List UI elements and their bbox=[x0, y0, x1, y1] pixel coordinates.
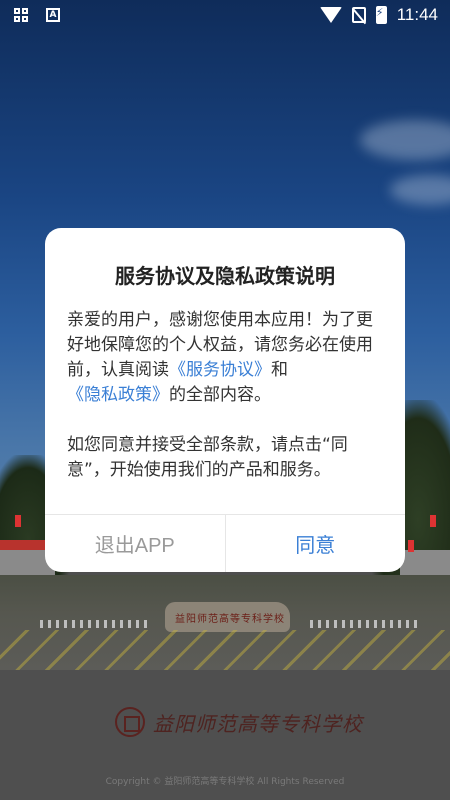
dialog-paragraph: 如您同意并接受全部条款，请点击“同意”，开始使用我们的产品和服务。 bbox=[67, 435, 348, 480]
railing bbox=[40, 620, 150, 628]
qr-scan-icon bbox=[14, 8, 28, 22]
dialog-button-row: 退出APP 同意 bbox=[45, 514, 405, 572]
road-markings bbox=[0, 630, 450, 670]
school-name-logo: 益阳师范高等专科学校 bbox=[153, 711, 363, 736]
service-agreement-link[interactable]: 《服务协议》 bbox=[169, 360, 271, 380]
no-sim-icon bbox=[351, 7, 366, 23]
exit-app-button[interactable]: 退出APP bbox=[45, 515, 226, 572]
status-time: 11:44 bbox=[396, 5, 438, 24]
agree-button[interactable]: 同意 bbox=[226, 515, 406, 572]
school-seal-icon bbox=[115, 707, 145, 737]
privacy-dialog: 服务协议及隐私政策说明 亲爱的用户，感谢您使用本应用！为了更好地保障您的个人权益… bbox=[45, 228, 405, 572]
status-bar: A 11:44 bbox=[0, 0, 450, 32]
inscription-rock: 益阳师范高等专科学校 bbox=[165, 602, 290, 632]
flag bbox=[430, 515, 436, 527]
dialog-text: 和 bbox=[271, 360, 288, 380]
flag bbox=[15, 515, 21, 527]
rock-inscription: 益阳师范高等专科学校 bbox=[175, 614, 285, 625]
dialog-body: 亲爱的用户，感谢您使用本应用！为了更好地保障您的个人权益，请您务必在使用前，认真… bbox=[67, 308, 385, 483]
privacy-policy-link[interactable]: 《隐私政策》 bbox=[67, 385, 169, 405]
dialog-text: 的全部内容。 bbox=[169, 385, 271, 405]
school-logo: 益阳师范高等专科学校 bbox=[115, 707, 363, 737]
app-a-icon: A bbox=[46, 8, 60, 22]
copyright-text: Copyright © 益阳师范高等专科学校 All Rights Reserv… bbox=[105, 777, 345, 787]
flag bbox=[408, 540, 414, 552]
dialog-paragraph: 亲爱的用户，感谢您使用本应用！为了更好地保障您的个人权益，请您务必在使用前，认真… bbox=[67, 308, 385, 408]
battery-charging-icon bbox=[375, 6, 387, 24]
dialog-title: 服务协议及隐私政策说明 bbox=[115, 264, 335, 288]
wifi-icon bbox=[319, 7, 342, 23]
railing bbox=[310, 620, 420, 628]
